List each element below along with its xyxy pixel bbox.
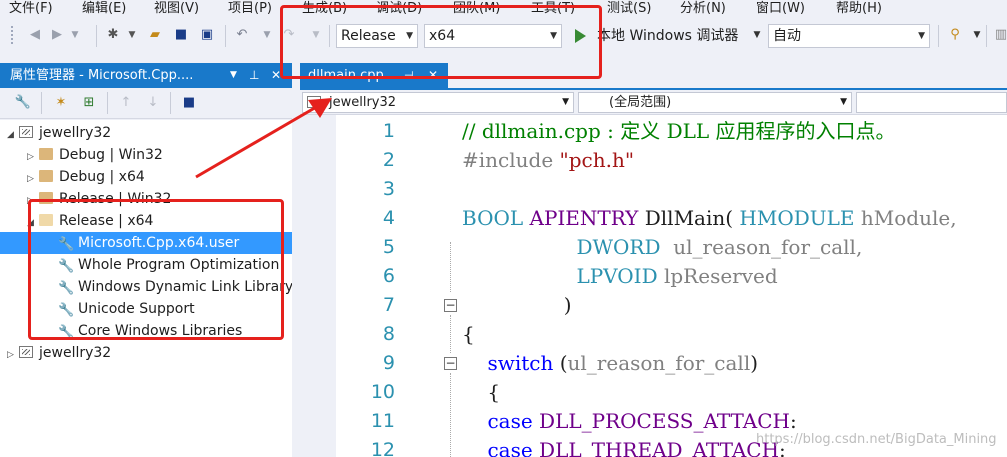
annotation-arrow: [195, 98, 332, 179]
annotation-arrow-line: [195, 104, 319, 179]
visual-studio-window: 文件(F) 编辑(E) 视图(V) 项目(P) 生成(B) 调试(D) 团队(M…: [0, 0, 1007, 457]
